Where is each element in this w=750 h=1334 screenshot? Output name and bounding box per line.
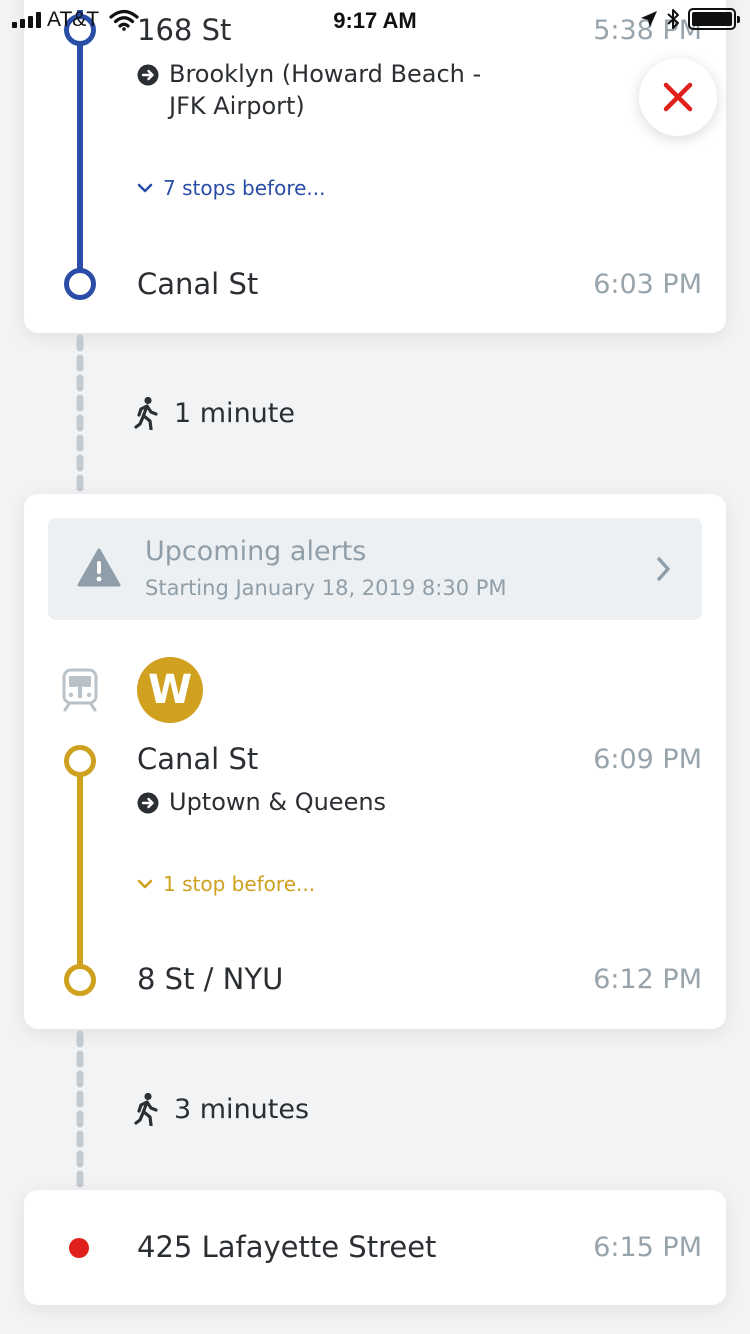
- direction-row: Brooklyn (Howard Beach - JFK Airport): [137, 58, 517, 122]
- route-line-blue: [77, 10, 83, 280]
- stops-before-toggle[interactable]: 1 stop before...: [137, 872, 315, 896]
- direction-row: Uptown & Queens: [137, 786, 517, 818]
- start-stop-time: 6:09 PM: [593, 744, 702, 775]
- stops-before-label: 7 stops before...: [163, 176, 326, 200]
- start-stop-name[interactable]: Canal St: [137, 742, 258, 776]
- walk-step-2: 3 minutes: [134, 1092, 309, 1126]
- end-stop-marker: [64, 964, 96, 996]
- walk-step-1: 1 minute: [134, 396, 295, 430]
- subway-train-icon: [62, 668, 98, 712]
- end-stop-marker: [64, 268, 96, 300]
- route-line-yellow: [77, 760, 83, 980]
- walk-duration: 3 minutes: [174, 1093, 310, 1125]
- chevron-down-icon: [137, 879, 153, 889]
- chevron-down-icon: [137, 183, 153, 193]
- walking-path-dots: [76, 334, 84, 496]
- transit-leg-card-1: 168 St 5:38 PM Brooklyn (Howard Beach - …: [24, 0, 726, 333]
- direction-label: Brooklyn (Howard Beach - JFK Airport): [169, 60, 482, 120]
- battery-icon: [688, 8, 740, 30]
- destination-name: 425 Lafayette Street: [137, 1230, 437, 1264]
- route-letter: W: [147, 667, 193, 713]
- end-stop-name[interactable]: Canal St: [137, 267, 258, 301]
- destination-marker: [69, 1238, 89, 1258]
- direction-label: Uptown & Queens: [169, 788, 387, 816]
- destination-card[interactable]: 425 Lafayette Street 6:15 PM: [24, 1190, 726, 1305]
- alerts-title: Upcoming alerts: [145, 536, 367, 567]
- walk-duration: 1 minute: [174, 397, 295, 429]
- warning-icon: [77, 548, 121, 587]
- status-bar: AT&T 9:17 AM: [0, 0, 750, 40]
- start-stop-marker: [64, 745, 96, 777]
- transit-leg-card-2: Upcoming alerts Starting January 18, 201…: [24, 494, 726, 1029]
- status-time: 9:17 AM: [333, 8, 417, 33]
- end-stop-time: 6:03 PM: [593, 269, 702, 300]
- walking-person-icon: [134, 1092, 158, 1126]
- direction-arrow-icon: [137, 64, 159, 86]
- end-stop-name[interactable]: 8 St / NYU: [137, 962, 283, 996]
- alerts-subtitle: Starting January 18, 2019 8:30 PM: [145, 576, 507, 600]
- walking-path-dots: [76, 1030, 84, 1192]
- bluetooth-icon: [667, 9, 679, 29]
- end-stop-time: 6:12 PM: [593, 964, 702, 995]
- location-arrow-icon: [641, 11, 657, 27]
- chevron-right-icon: [657, 557, 670, 581]
- route-badge-w: W: [137, 657, 203, 723]
- destination-time: 6:15 PM: [593, 1232, 702, 1263]
- status-right: [640, 8, 740, 30]
- close-button[interactable]: [639, 58, 717, 136]
- close-icon: [663, 82, 693, 112]
- upcoming-alerts-banner[interactable]: Upcoming alerts Starting January 18, 201…: [48, 518, 702, 620]
- direction-arrow-icon: [137, 792, 159, 814]
- stops-before-label: 1 stop before...: [163, 872, 316, 896]
- walking-person-icon: [134, 396, 158, 430]
- stops-before-toggle[interactable]: 7 stops before...: [137, 176, 326, 200]
